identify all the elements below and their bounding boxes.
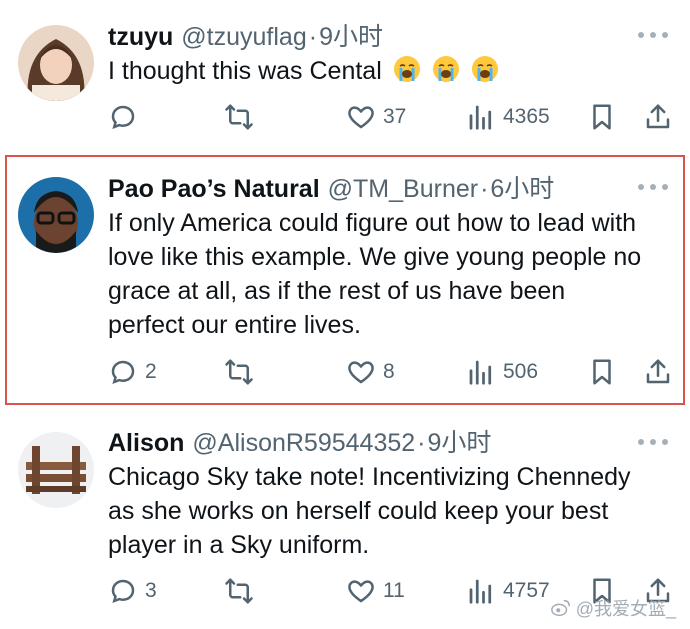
more-icon[interactable] <box>638 437 668 447</box>
timestamp[interactable]: 9小时 <box>428 428 492 458</box>
loudly-crying-face-icon <box>393 56 420 82</box>
tweet-tzuyu[interactable]: tzuyu @tzuyuflag · 9小时 I thought this wa… <box>0 0 690 150</box>
avatar[interactable] <box>18 432 94 508</box>
separator: · <box>308 23 318 51</box>
action-bar: 2 8 506 <box>0 354 690 390</box>
retweet-icon <box>225 359 253 385</box>
reply-icon <box>111 105 135 130</box>
like-count: 37 <box>383 105 407 128</box>
action-bar: 37 4365 <box>0 99 690 135</box>
like-button[interactable]: 8 <box>346 354 395 390</box>
retweet-button[interactable] <box>224 99 261 135</box>
view-count: 4365 <box>503 105 550 128</box>
tweet-text-line: Chicago Sky take note! Incentivizing Che… <box>108 463 631 491</box>
view-count: 4757 <box>503 579 550 602</box>
tweet-text-line: as she works on herself could keep your … <box>108 497 609 525</box>
reply-count: 2 <box>145 360 157 383</box>
author-name[interactable]: Alison <box>108 428 184 458</box>
views-button[interactable]: 506 <box>466 354 538 390</box>
reply-icon <box>111 579 135 604</box>
retweet-button[interactable] <box>224 573 261 609</box>
share-icon <box>646 359 670 384</box>
author-handle[interactable]: @AlisonR59544352 <box>192 428 415 458</box>
loudly-crying-face-icon <box>432 56 459 82</box>
avatar[interactable] <box>18 25 94 101</box>
views-icon <box>469 579 492 604</box>
retweet-button[interactable] <box>224 354 261 390</box>
bookmark-button[interactable] <box>587 354 617 390</box>
tweet-text: If only America could figure out how to … <box>108 206 678 342</box>
bookmark-icon <box>593 359 611 385</box>
avatar[interactable] <box>18 177 94 253</box>
tweet-text-line: player in a Sky uniform. <box>108 531 370 559</box>
like-button[interactable]: 11 <box>346 573 405 609</box>
reply-button[interactable] <box>108 99 145 135</box>
like-count: 11 <box>383 579 405 602</box>
more-icon[interactable] <box>638 30 668 40</box>
watermark-text: @我爱女篮_ <box>575 599 676 619</box>
separator: · <box>480 175 489 203</box>
reply-button[interactable]: 2 <box>108 354 157 390</box>
author-handle[interactable]: @tzuyuflag <box>181 22 306 52</box>
views-icon <box>469 105 492 130</box>
retweet-icon <box>225 578 253 604</box>
author-name[interactable]: tzuyu <box>108 22 173 52</box>
author-handle[interactable]: @TM_Burner <box>328 174 478 204</box>
share-button[interactable] <box>643 99 673 135</box>
tweet-text-line: love like this example. We give young pe… <box>108 243 642 271</box>
reply-icon <box>111 360 135 385</box>
tweet-text: Chicago Sky take note! Incentivizing Che… <box>108 460 678 562</box>
author-name[interactable]: Pao Pao’s Natural <box>108 174 320 204</box>
like-icon <box>348 580 374 603</box>
like-button[interactable]: 37 <box>346 99 406 135</box>
tweet-pao-pao[interactable]: Pao Pao’s Natural @TM_Burner · 6小时 If on… <box>0 150 690 410</box>
like-icon <box>348 106 374 129</box>
weibo-icon <box>550 599 570 617</box>
watermark: @我爱女篮_ <box>550 595 676 621</box>
view-count: 506 <box>503 360 539 383</box>
views-button[interactable]: 4365 <box>466 99 550 135</box>
bookmark-icon <box>593 104 611 130</box>
like-icon <box>348 361 374 384</box>
reply-button[interactable]: 3 <box>108 573 157 609</box>
views-button[interactable]: 4757 <box>466 573 550 609</box>
like-count: 8 <box>383 360 395 383</box>
tweet-text-line: perfect our entire lives. <box>108 311 361 339</box>
views-icon <box>469 360 492 385</box>
tweet-text-container: I thought this was Cental <box>108 54 678 88</box>
more-icon[interactable] <box>638 182 668 192</box>
timestamp[interactable]: 9小时 <box>319 22 383 52</box>
bookmark-button[interactable] <box>587 99 617 135</box>
separator: · <box>417 429 426 457</box>
tweet-text: I thought this was Cental <box>108 57 382 85</box>
loudly-crying-face-icon <box>471 56 498 82</box>
retweet-icon <box>225 104 253 130</box>
share-icon <box>646 104 670 129</box>
reply-count: 3 <box>145 579 157 602</box>
tweet-text-line: grace at all, as if the rest of us have … <box>108 277 566 305</box>
share-button[interactable] <box>643 354 673 390</box>
timestamp[interactable]: 6小时 <box>490 174 554 204</box>
tweet-text-line: If only America could figure out how to … <box>108 209 637 237</box>
